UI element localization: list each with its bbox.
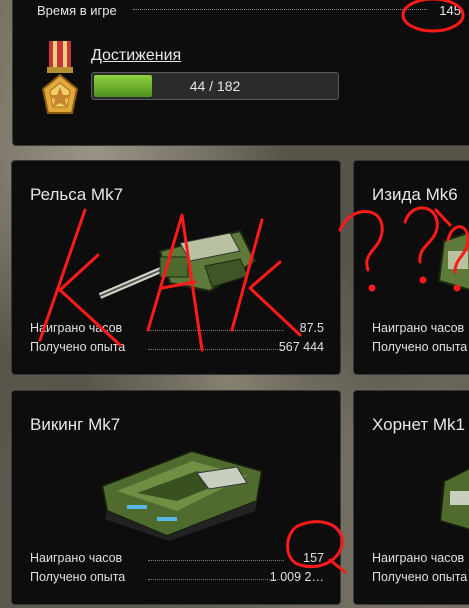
card-title: Рельса Mk7: [30, 185, 124, 204]
card-title: Изида Mk6: [372, 185, 458, 204]
viking-hull-icon: [100, 449, 264, 541]
hours-played-label: Наиграно часов: [30, 321, 123, 335]
profile-panel: Время в игре 145 Достижения 44 / 182: [12, 0, 469, 146]
dotted-leader: [133, 9, 427, 10]
xp-earned-label: Получено опыта: [30, 340, 126, 354]
achievements-progress-text: 44 / 182: [189, 78, 241, 94]
card-title: Хорнет Mk1: [372, 415, 465, 434]
xp-earned-row: Получено опыта: [372, 340, 469, 356]
xp-earned-value: 567 444: [278, 340, 324, 354]
xp-earned-row: Получено опыта 567 444: [30, 340, 324, 356]
achievements-link[interactable]: Достижения: [91, 47, 181, 65]
xp-earned-label: Получено опыта: [372, 570, 468, 584]
hours-played-label: Наиграно часов: [30, 551, 123, 565]
hornet-hull-icon: [438, 467, 469, 531]
dotted-leader: [148, 330, 284, 331]
hours-played-row: Наиграно часов: [372, 321, 469, 337]
hull-card-viking[interactable]: Викинг Mk7 Наиграно часов 157 Получено о…: [11, 390, 341, 605]
xp-earned-value: 1 009 2…: [269, 570, 324, 584]
xp-earned-label: Получено опыта: [30, 570, 126, 584]
dotted-leader: [148, 560, 284, 561]
time-in-game-label: Время в игре: [37, 3, 117, 18]
railgun-turret-icon: [98, 229, 257, 299]
time-in-game-value: 145: [439, 3, 461, 18]
dotted-leader: [148, 349, 284, 350]
hours-played-label: Наиграно часов: [372, 551, 465, 565]
isida-turret-icon: [437, 231, 469, 291]
medal-icon: [41, 41, 79, 114]
xp-earned-label: Получено опыта: [372, 340, 468, 354]
hours-played-value: 87.5: [299, 321, 324, 335]
achievements-progress-bar: 44 / 182: [91, 72, 339, 100]
hours-played-row: Наиграно часов: [372, 551, 469, 567]
turret-card-isida[interactable]: Изида Mk6 Наиграно часов Получено опыта: [353, 160, 469, 375]
turret-card-railgun[interactable]: Рельса Mk7 Наиграно часов 87.5 Получено …: [11, 160, 341, 375]
dotted-leader: [148, 579, 284, 580]
xp-earned-row: Получено опыта 1 009 2…: [30, 570, 324, 586]
hours-played-row: Наиграно часов 157: [30, 551, 324, 567]
xp-earned-row: Получено опыта: [372, 570, 469, 586]
hours-played-row: Наиграно часов 87.5: [30, 321, 324, 337]
hours-played-value: 157: [303, 551, 324, 565]
hours-played-label: Наиграно часов: [372, 321, 465, 335]
hull-card-hornet[interactable]: Хорнет Mk1 Наиграно часов Получено опыта: [353, 390, 469, 605]
time-in-game-row: Время в игре 145: [37, 3, 467, 21]
